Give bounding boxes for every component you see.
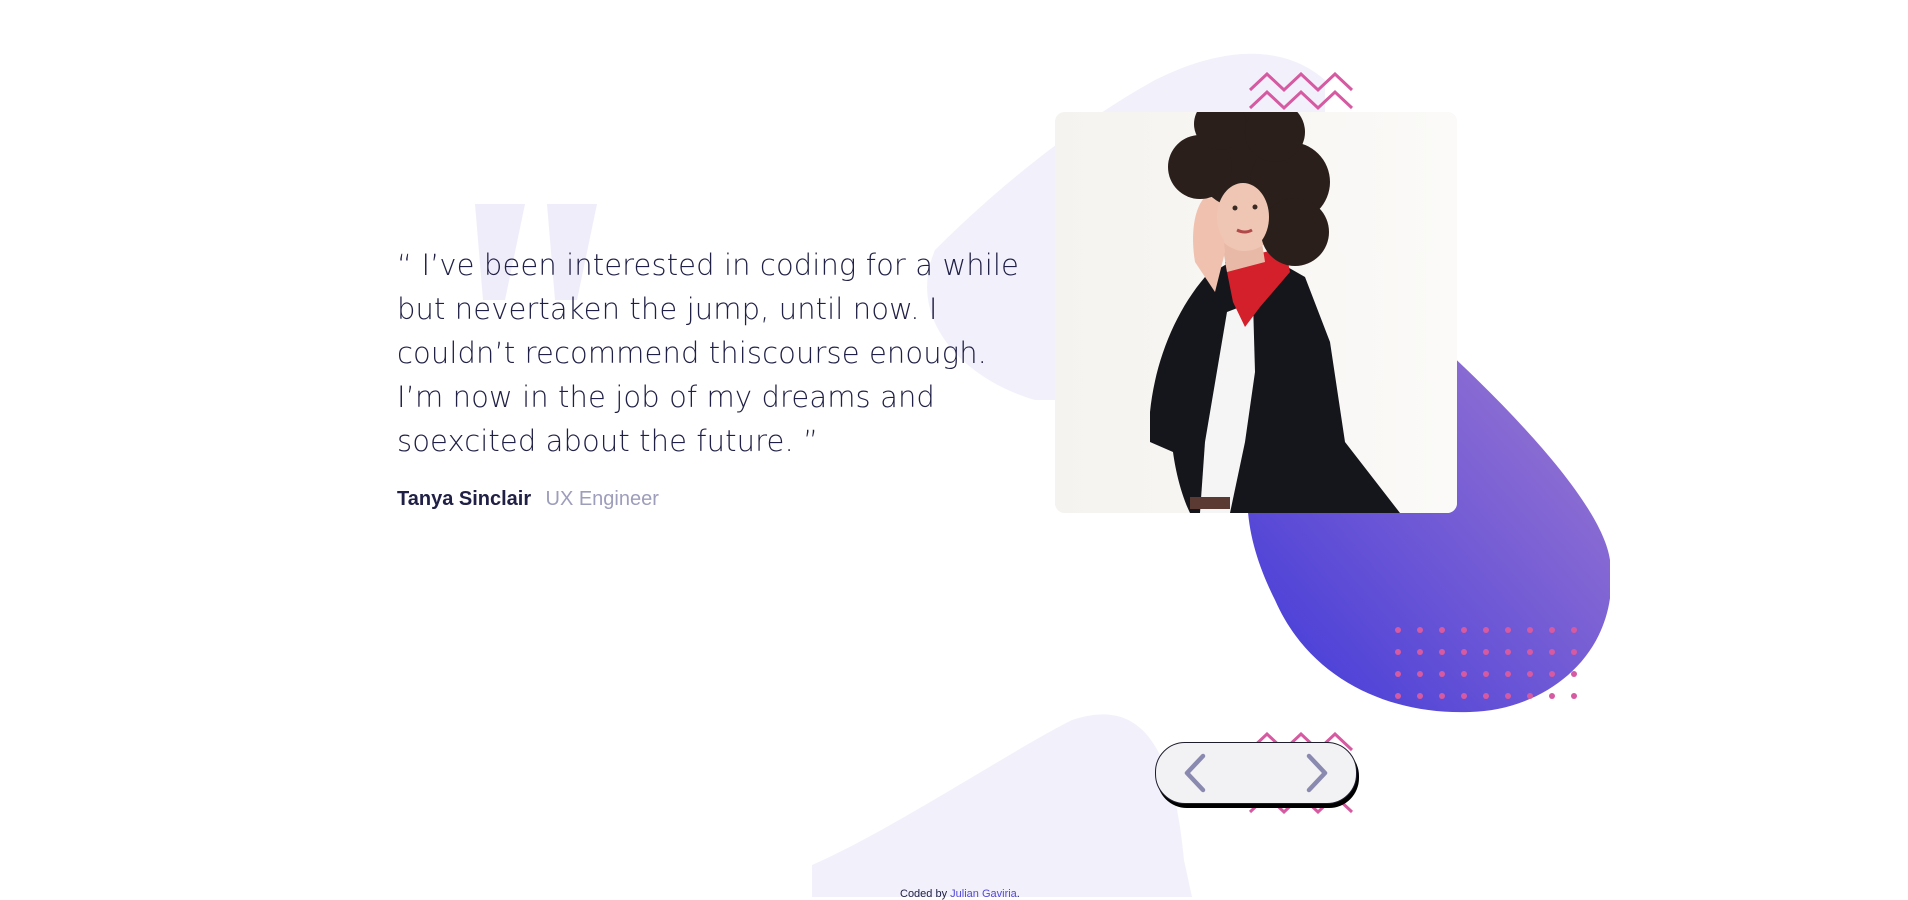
pattern-dot <box>1439 649 1445 655</box>
pattern-dot <box>1505 649 1511 655</box>
pattern-dot <box>1549 671 1555 677</box>
author-name: Tanya Sinclair <box>397 488 532 510</box>
pattern-dot <box>1505 627 1511 633</box>
pattern-dot <box>1483 627 1489 633</box>
pattern-dot <box>1483 649 1489 655</box>
testimonial-photo <box>1055 112 1457 513</box>
pattern-dot <box>1461 649 1467 655</box>
pattern-dot <box>1395 649 1401 655</box>
pattern-dot <box>1527 671 1533 677</box>
attribution-text: Coded by Julian Gaviria. <box>900 888 1020 900</box>
author-link[interactable]: Julian Gaviria <box>950 888 1017 900</box>
pattern-dot <box>1527 627 1533 633</box>
pattern-dot <box>1483 671 1489 677</box>
testimonial-page: “ I’ve been interested in coding for a w… <box>0 0 1908 900</box>
pattern-dot <box>1527 693 1533 699</box>
pattern-dot <box>1417 693 1423 699</box>
pattern-dot <box>1527 649 1533 655</box>
pattern-dot <box>1571 693 1577 699</box>
attribution-suffix: . <box>1016 888 1020 900</box>
pattern-dot <box>1505 671 1511 677</box>
pattern-dot <box>1417 649 1423 655</box>
pattern-dot <box>1439 693 1445 699</box>
testimonial-block: “ I’ve been interested in coding for a w… <box>397 243 1037 512</box>
portrait-image <box>1055 112 1457 513</box>
pattern-dot <box>1483 693 1489 699</box>
zigzag-pattern-top <box>1248 72 1354 111</box>
chevron-left-icon <box>1184 753 1206 793</box>
next-button[interactable] <box>1296 751 1340 795</box>
pattern-dot <box>1571 649 1577 655</box>
testimonial-author: Tanya Sinclair UX Engineer <box>397 485 1037 512</box>
pattern-dot <box>1505 693 1511 699</box>
pattern-dot <box>1461 693 1467 699</box>
dot-grid-pattern <box>1395 627 1577 699</box>
previous-button[interactable] <box>1172 751 1216 795</box>
pattern-dot <box>1417 671 1423 677</box>
pattern-dot <box>1439 627 1445 633</box>
pattern-dot <box>1571 671 1577 677</box>
pattern-dot <box>1395 693 1401 699</box>
pattern-dot <box>1549 693 1555 699</box>
pattern-dot <box>1395 627 1401 633</box>
slider-navigation <box>1155 742 1357 804</box>
attribution-prefix: Coded by <box>900 888 948 900</box>
chevron-right-icon <box>1306 753 1328 793</box>
pattern-dot <box>1549 649 1555 655</box>
pattern-dot <box>1395 671 1401 677</box>
pattern-dot <box>1417 627 1423 633</box>
pattern-dot <box>1439 671 1445 677</box>
testimonial-quote: “ I’ve been interested in coding for a w… <box>397 248 1019 458</box>
pattern-dot <box>1549 627 1555 633</box>
author-role: UX Engineer <box>545 488 659 510</box>
pattern-dot <box>1571 627 1577 633</box>
pattern-dot <box>1461 627 1467 633</box>
pattern-dot <box>1461 671 1467 677</box>
